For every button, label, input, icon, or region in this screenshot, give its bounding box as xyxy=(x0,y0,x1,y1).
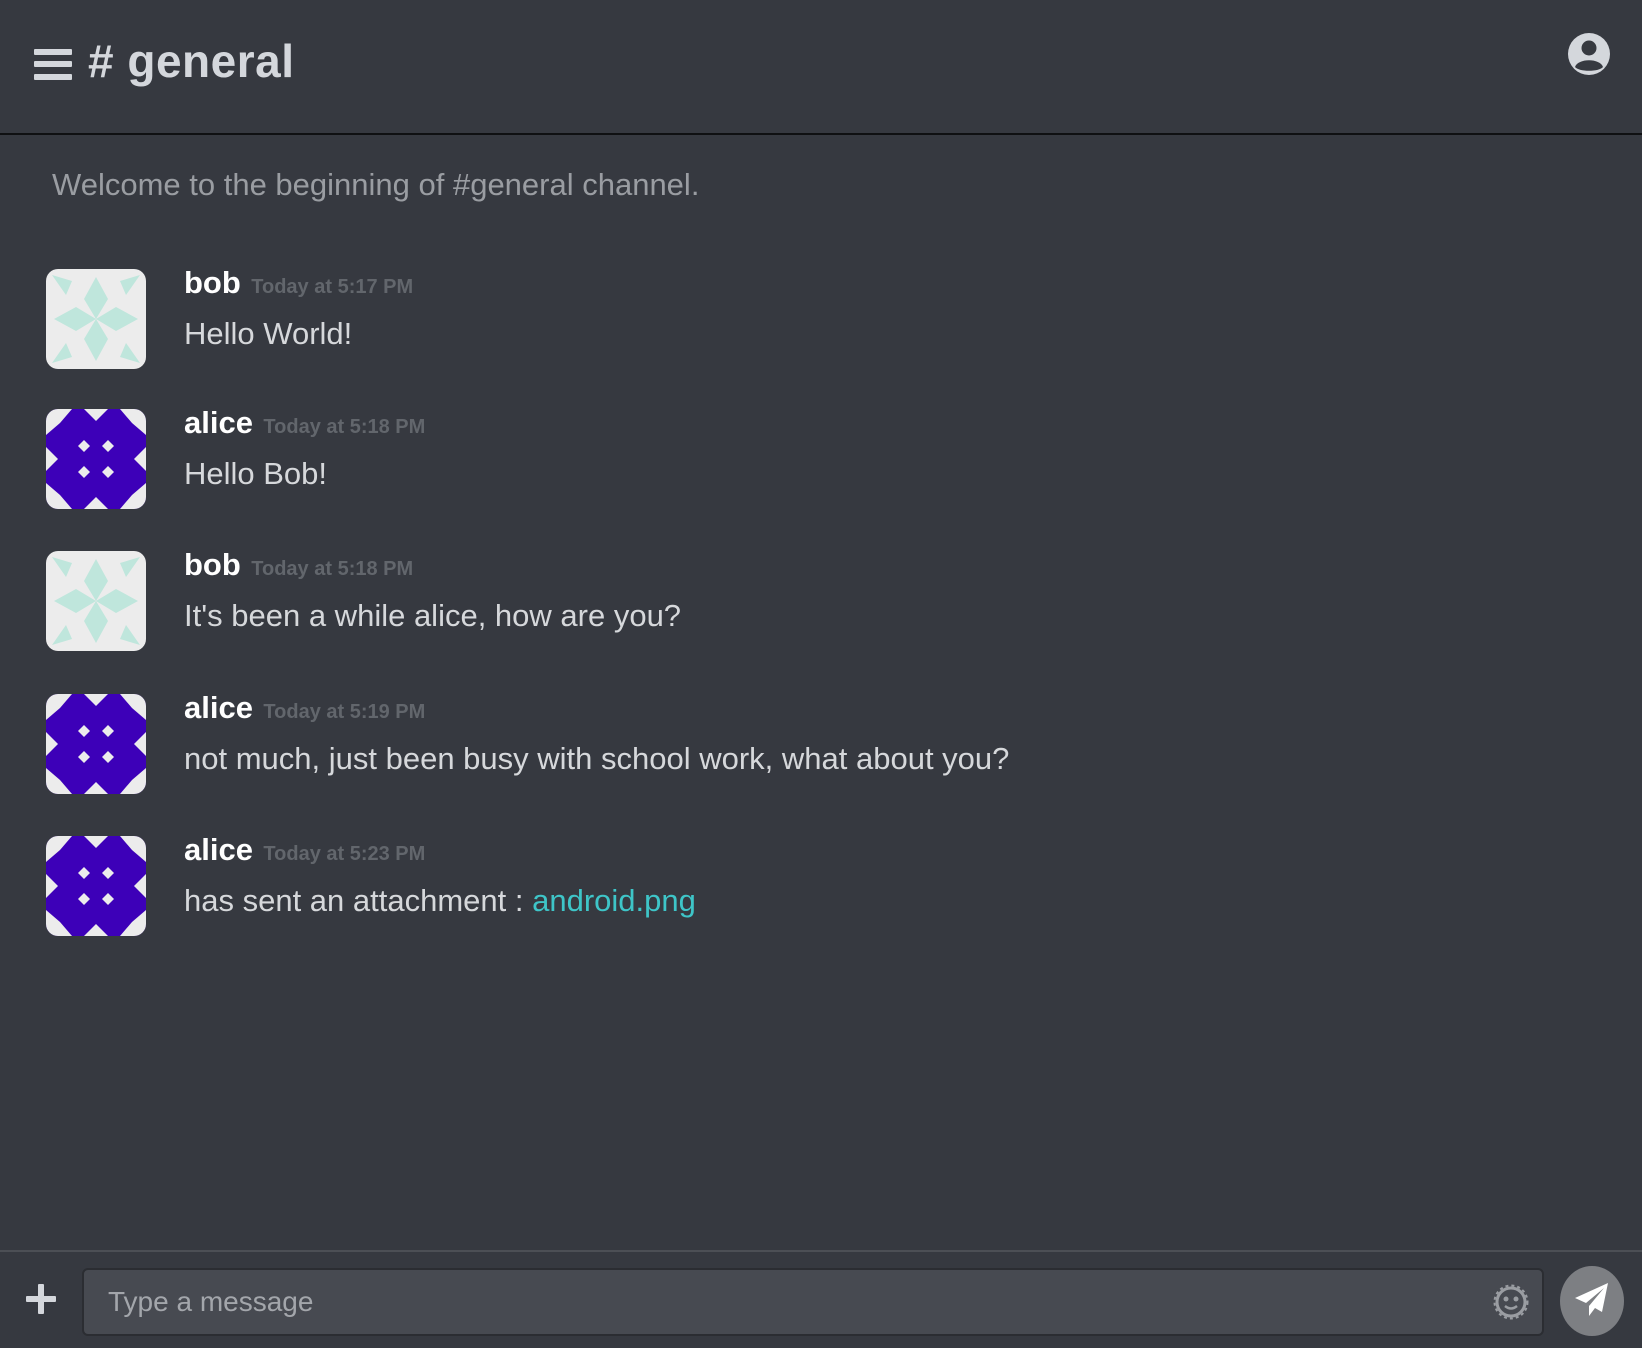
message-item: bob Today at 5:18 PM It's been a while a… xyxy=(46,547,1546,651)
message-item: bob Today at 5:17 PM Hello World! xyxy=(46,265,1546,369)
message-author[interactable]: alice xyxy=(184,832,253,867)
message-header: alice Today at 5:19 PM xyxy=(184,690,425,726)
avatar[interactable] xyxy=(46,694,146,794)
message-timestamp: Today at 5:23 PM xyxy=(263,843,426,865)
message-list[interactable]: Welcome to the beginning of #general cha… xyxy=(0,137,1642,1250)
message-text: Hello Bob! xyxy=(184,456,328,491)
message-composer xyxy=(0,1250,1642,1348)
message-header: bob Today at 5:18 PM xyxy=(184,547,413,583)
attachment-text: has sent an attachment : xyxy=(184,883,533,918)
menu-bar xyxy=(34,49,72,55)
avatar[interactable] xyxy=(46,551,146,651)
paper-plane-icon[interactable] xyxy=(1560,1266,1624,1336)
menu-bar xyxy=(34,61,72,67)
message-author[interactable]: alice xyxy=(184,405,253,440)
message-text: It's been a while alice, how are you? xyxy=(184,598,682,633)
message-author[interactable]: alice xyxy=(184,690,253,725)
message-item: alice Today at 5:19 PM not much, just be… xyxy=(46,690,1546,794)
channel-header: # general xyxy=(0,0,1642,135)
message-header: bob Today at 5:17 PM xyxy=(184,265,413,301)
message-timestamp: Today at 5:19 PM xyxy=(263,701,426,723)
emoji-icon[interactable] xyxy=(1493,1284,1529,1320)
attachment-link[interactable]: android.png xyxy=(532,883,696,918)
message-text: Hello World! xyxy=(184,316,353,351)
message-text: has sent an attachment : android.png xyxy=(184,883,696,919)
hamburger-menu-icon[interactable] xyxy=(34,46,74,82)
message-header: alice Today at 5:23 PM xyxy=(184,832,425,868)
avatar[interactable] xyxy=(46,409,146,509)
message-author[interactable]: bob xyxy=(184,265,241,300)
user-circle-icon[interactable] xyxy=(1567,32,1611,76)
message-timestamp: Today at 5:18 PM xyxy=(251,558,414,580)
message-timestamp: Today at 5:18 PM xyxy=(263,416,426,438)
message-item: alice Today at 5:23 PM has sent an attac… xyxy=(46,832,1546,936)
message-author[interactable]: bob xyxy=(184,547,241,582)
channel-welcome-text: Welcome to the beginning of #general cha… xyxy=(52,167,700,202)
message-header: alice Today at 5:18 PM xyxy=(184,405,425,441)
menu-bar xyxy=(34,74,72,80)
message-timestamp: Today at 5:17 PM xyxy=(251,276,414,298)
message-item: alice Today at 5:18 PM Hello Bob! xyxy=(46,405,1546,509)
plus-icon[interactable] xyxy=(24,1282,58,1316)
chat-app: # general Welcome to the beginning of #g… xyxy=(0,0,1642,1348)
avatar[interactable] xyxy=(46,269,146,369)
avatar[interactable] xyxy=(46,836,146,936)
message-text: not much, just been busy with school wor… xyxy=(184,741,1010,776)
message-input[interactable] xyxy=(82,1268,1544,1336)
channel-title: # general xyxy=(88,35,295,87)
